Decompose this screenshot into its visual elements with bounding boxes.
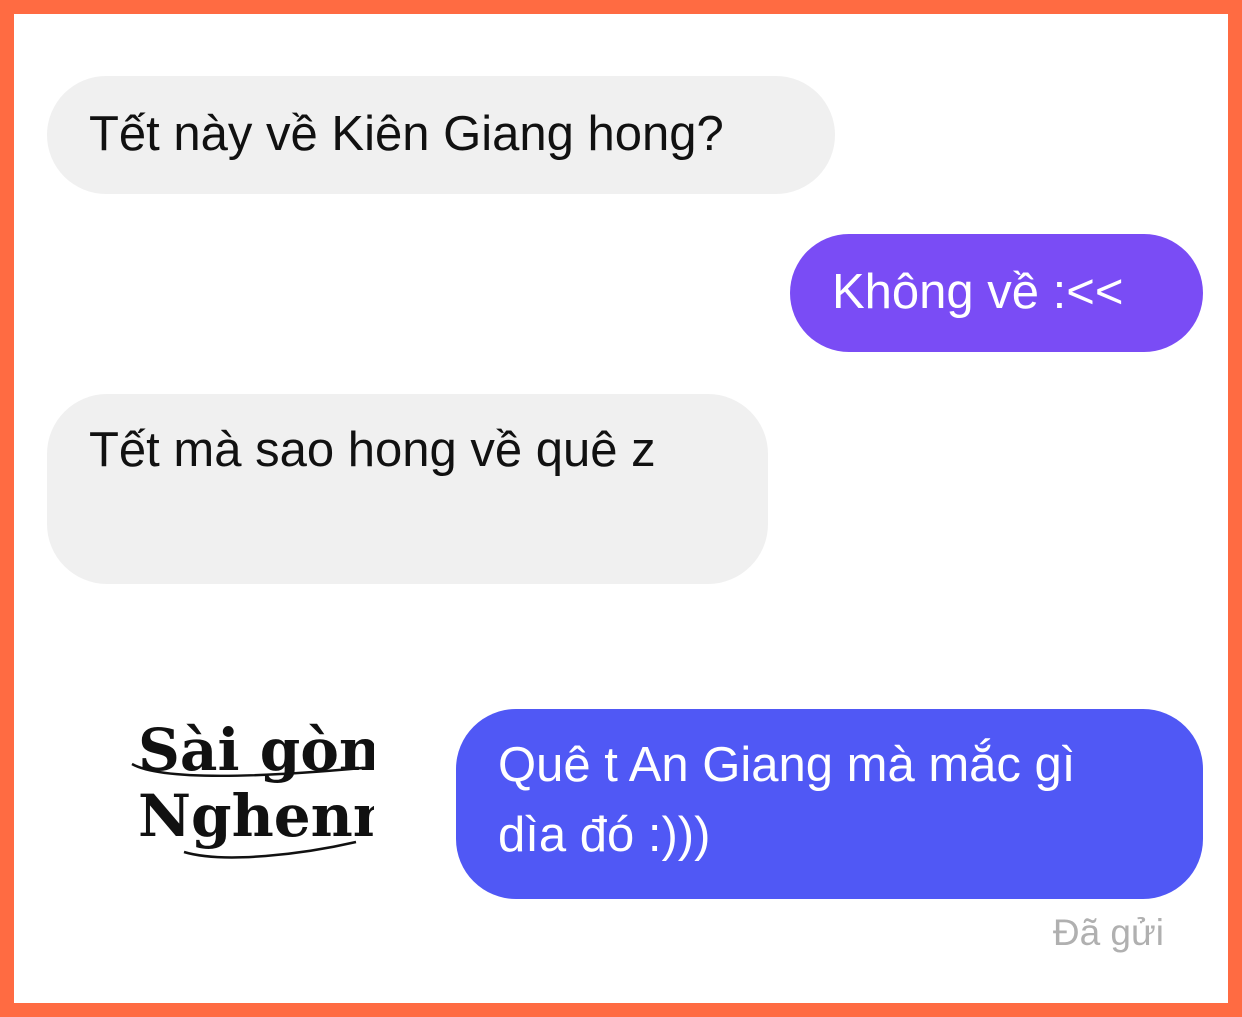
received-message-bubble[interactable]: Tết mà sao hong về quê z	[47, 394, 768, 584]
chat-frame: Tết này về Kiên Giang hong? Không về :<<…	[14, 14, 1228, 1003]
received-message-bubble[interactable]: Tết này về Kiên Giang hong?	[47, 76, 835, 194]
logo-text-line2: Nghenn	[138, 782, 374, 850]
message-text: Tết mà sao hong về quê z	[89, 423, 656, 477]
message-text: Không về :<<	[832, 265, 1124, 319]
message-status: Đã gửi	[1052, 912, 1164, 953]
message-text-line: dìa đó :)))	[498, 807, 711, 862]
message-text: Tết này về Kiên Giang hong?	[89, 107, 724, 161]
message-text-line: Quê t An Giang mà mắc gì	[498, 738, 1076, 792]
sent-message-bubble[interactable]: Không về :<<	[790, 234, 1203, 352]
sai-gon-nghenn-logo: Sài gòn Nghenn	[131, 716, 374, 859]
sent-message-bubble[interactable]: Quê t An Giang mà mắc gì dìa đó :)))	[456, 709, 1203, 899]
